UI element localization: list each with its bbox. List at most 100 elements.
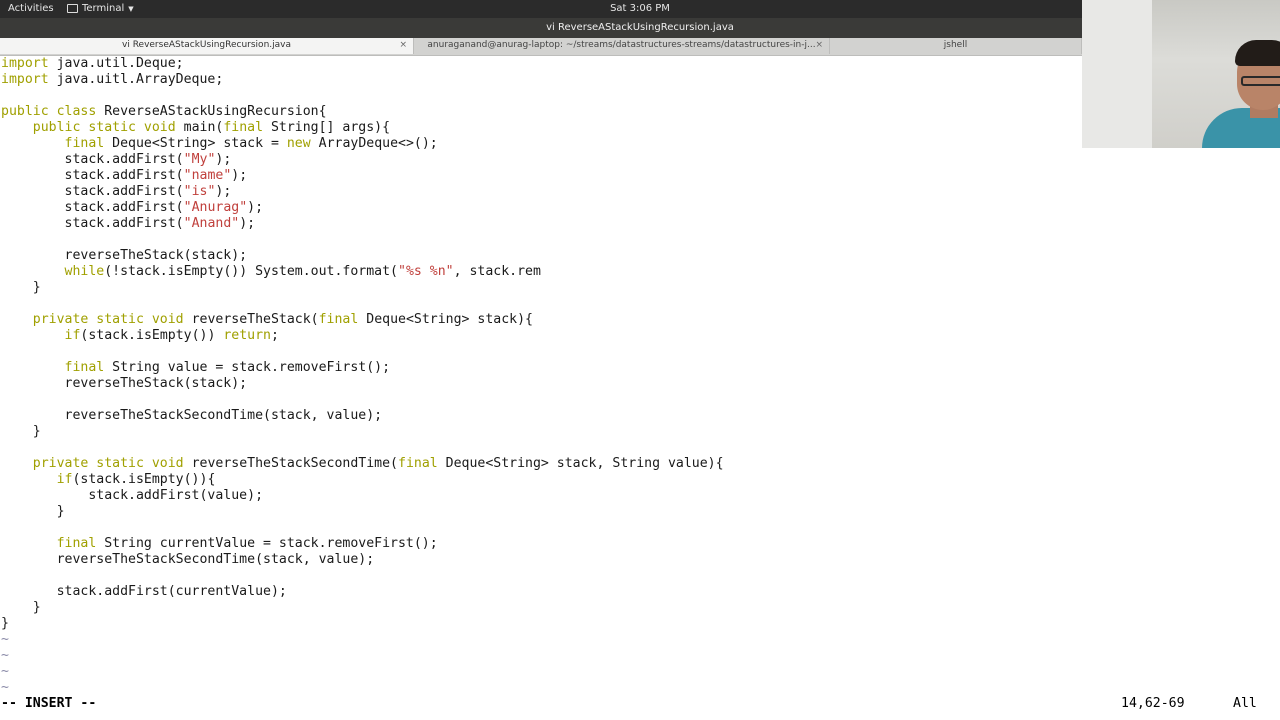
code-text: } [1,600,41,615]
code-text: ReverseAStackUsingRecursion{ [96,104,327,119]
code-keyword: final [64,136,105,151]
vim-empty-line-marker: ~ [1,648,1081,664]
code-text: reverseTheStackSecondTime( [183,456,398,471]
code-text: (!stack.isEmpty()) System.out.format( [104,264,398,279]
code-line: } [1,600,1081,616]
tilde-marker: ~ [1,648,9,663]
code-string: "%s %n" [398,264,454,279]
code-line: public class ReverseAStackUsingRecursion… [1,104,1081,120]
code-keyword: return [223,328,271,343]
code-text: ); [239,216,256,231]
scroll-indicator: All [1233,696,1257,711]
code-text: ; [270,328,279,343]
code-line: reverseTheStackSecondTime(stack, value); [1,552,1081,568]
code-text: stack.addFirst(value); [1,488,264,503]
code-text: stack.addFirst( [1,168,184,183]
code-keyword: private static void [32,312,184,327]
code-line: } [1,504,1081,520]
vim-empty-line-marker: ~ [1,632,1081,648]
code-text: } [1,424,41,439]
code-string: "Anand" [183,216,240,231]
code-keyword: new [286,136,311,151]
code-line: stack.addFirst(value); [1,488,1081,504]
vim-empty-line-marker: ~ [1,680,1081,696]
code-line: stack.addFirst("is"); [1,184,1081,200]
code-text: Deque<String> stack, String value){ [437,456,724,471]
tilde-marker: ~ [1,632,9,647]
tab-label: vi ReverseAStackUsingRecursion.java [122,40,291,50]
code-line: while(!stack.isEmpty()) System.out.forma… [1,264,1081,280]
code-line: import java.util.Deque; [1,56,1081,72]
code-text: stack.addFirst(currentValue); [1,584,287,599]
tab-vi[interactable]: vi ReverseAStackUsingRecursion.java × [0,38,414,54]
code-text: Deque<String> stack){ [358,312,533,327]
code-keyword: if [64,328,81,343]
code-line: if(stack.isEmpty()) return; [1,328,1081,344]
code-text: ); [247,200,264,215]
vim-empty-line-marker: ~ [1,664,1081,680]
close-icon[interactable]: × [399,38,407,53]
code-text: stack.addFirst( [1,216,184,231]
code-text: (stack.isEmpty()) [80,328,224,343]
code-text: Deque<String> stack = [104,136,287,151]
vim-status-line: -- INSERT -- 14,62-69 All [1,696,1271,712]
code-text: reverseTheStack(stack); [1,248,248,263]
webcam-person-glasses [1241,76,1280,86]
code-text: reverseTheStackSecondTime(stack, value); [1,408,383,423]
code-text: , stack.rem [453,264,541,279]
tab-jshell[interactable]: jshell [830,38,1082,54]
code-line: if(stack.isEmpty()){ [1,472,1081,488]
vim-editor-buffer[interactable]: import java.util.Deque; import java.uitl.… [1,56,1081,696]
code-string: "Anurag" [183,200,248,215]
code-line: public static void main(final String[] a… [1,120,1081,136]
code-line: private static void reverseTheStackSecon… [1,456,1081,472]
code-string: "is" [183,184,216,199]
code-text: stack.addFirst( [1,184,184,199]
tab-shell[interactable]: anuraganand@anurag-laptop: ~/streams/dat… [414,38,830,54]
code-text: reverseTheStack(stack); [1,376,248,391]
webcam-overlay [1082,0,1280,148]
code-line: final Deque<String> stack = new ArrayDeq… [1,136,1081,152]
code-string: "My" [183,152,216,167]
code-line: final String currentValue = stack.remove… [1,536,1081,552]
code-text: stack.addFirst( [1,152,184,167]
code-text: ArrayDeque<>(); [310,136,438,151]
code-keyword: final [398,456,438,471]
code-keyword: final [318,312,359,327]
code-text: reverseTheStack( [183,312,319,327]
code-line: import java.uitl.ArrayDeque; [1,72,1081,88]
code-keyword: final [64,360,105,375]
code-keyword: while [64,264,105,279]
tab-label: jshell [943,40,968,50]
code-keyword: final [223,120,264,135]
code-line: reverseTheStack(stack); [1,248,1081,264]
tilde-marker: ~ [1,664,9,679]
code-line: stack.addFirst("Anand"); [1,216,1081,232]
close-icon[interactable]: × [815,38,823,53]
tab-label: anuraganand@anurag-laptop: ~/streams/dat… [427,40,816,50]
code-line: stack.addFirst("Anurag"); [1,200,1081,216]
code-text: } [1,616,9,631]
code-keyword: if [56,472,73,487]
code-text: String value = stack.removeFirst(); [104,360,391,375]
code-keyword: private static void [32,456,184,471]
code-line: reverseTheStack(stack); [1,376,1081,392]
code-keyword: final [56,536,97,551]
code-line: final String value = stack.removeFirst()… [1,360,1081,376]
webcam-background-door [1082,0,1152,148]
code-line: } [1,280,1081,296]
